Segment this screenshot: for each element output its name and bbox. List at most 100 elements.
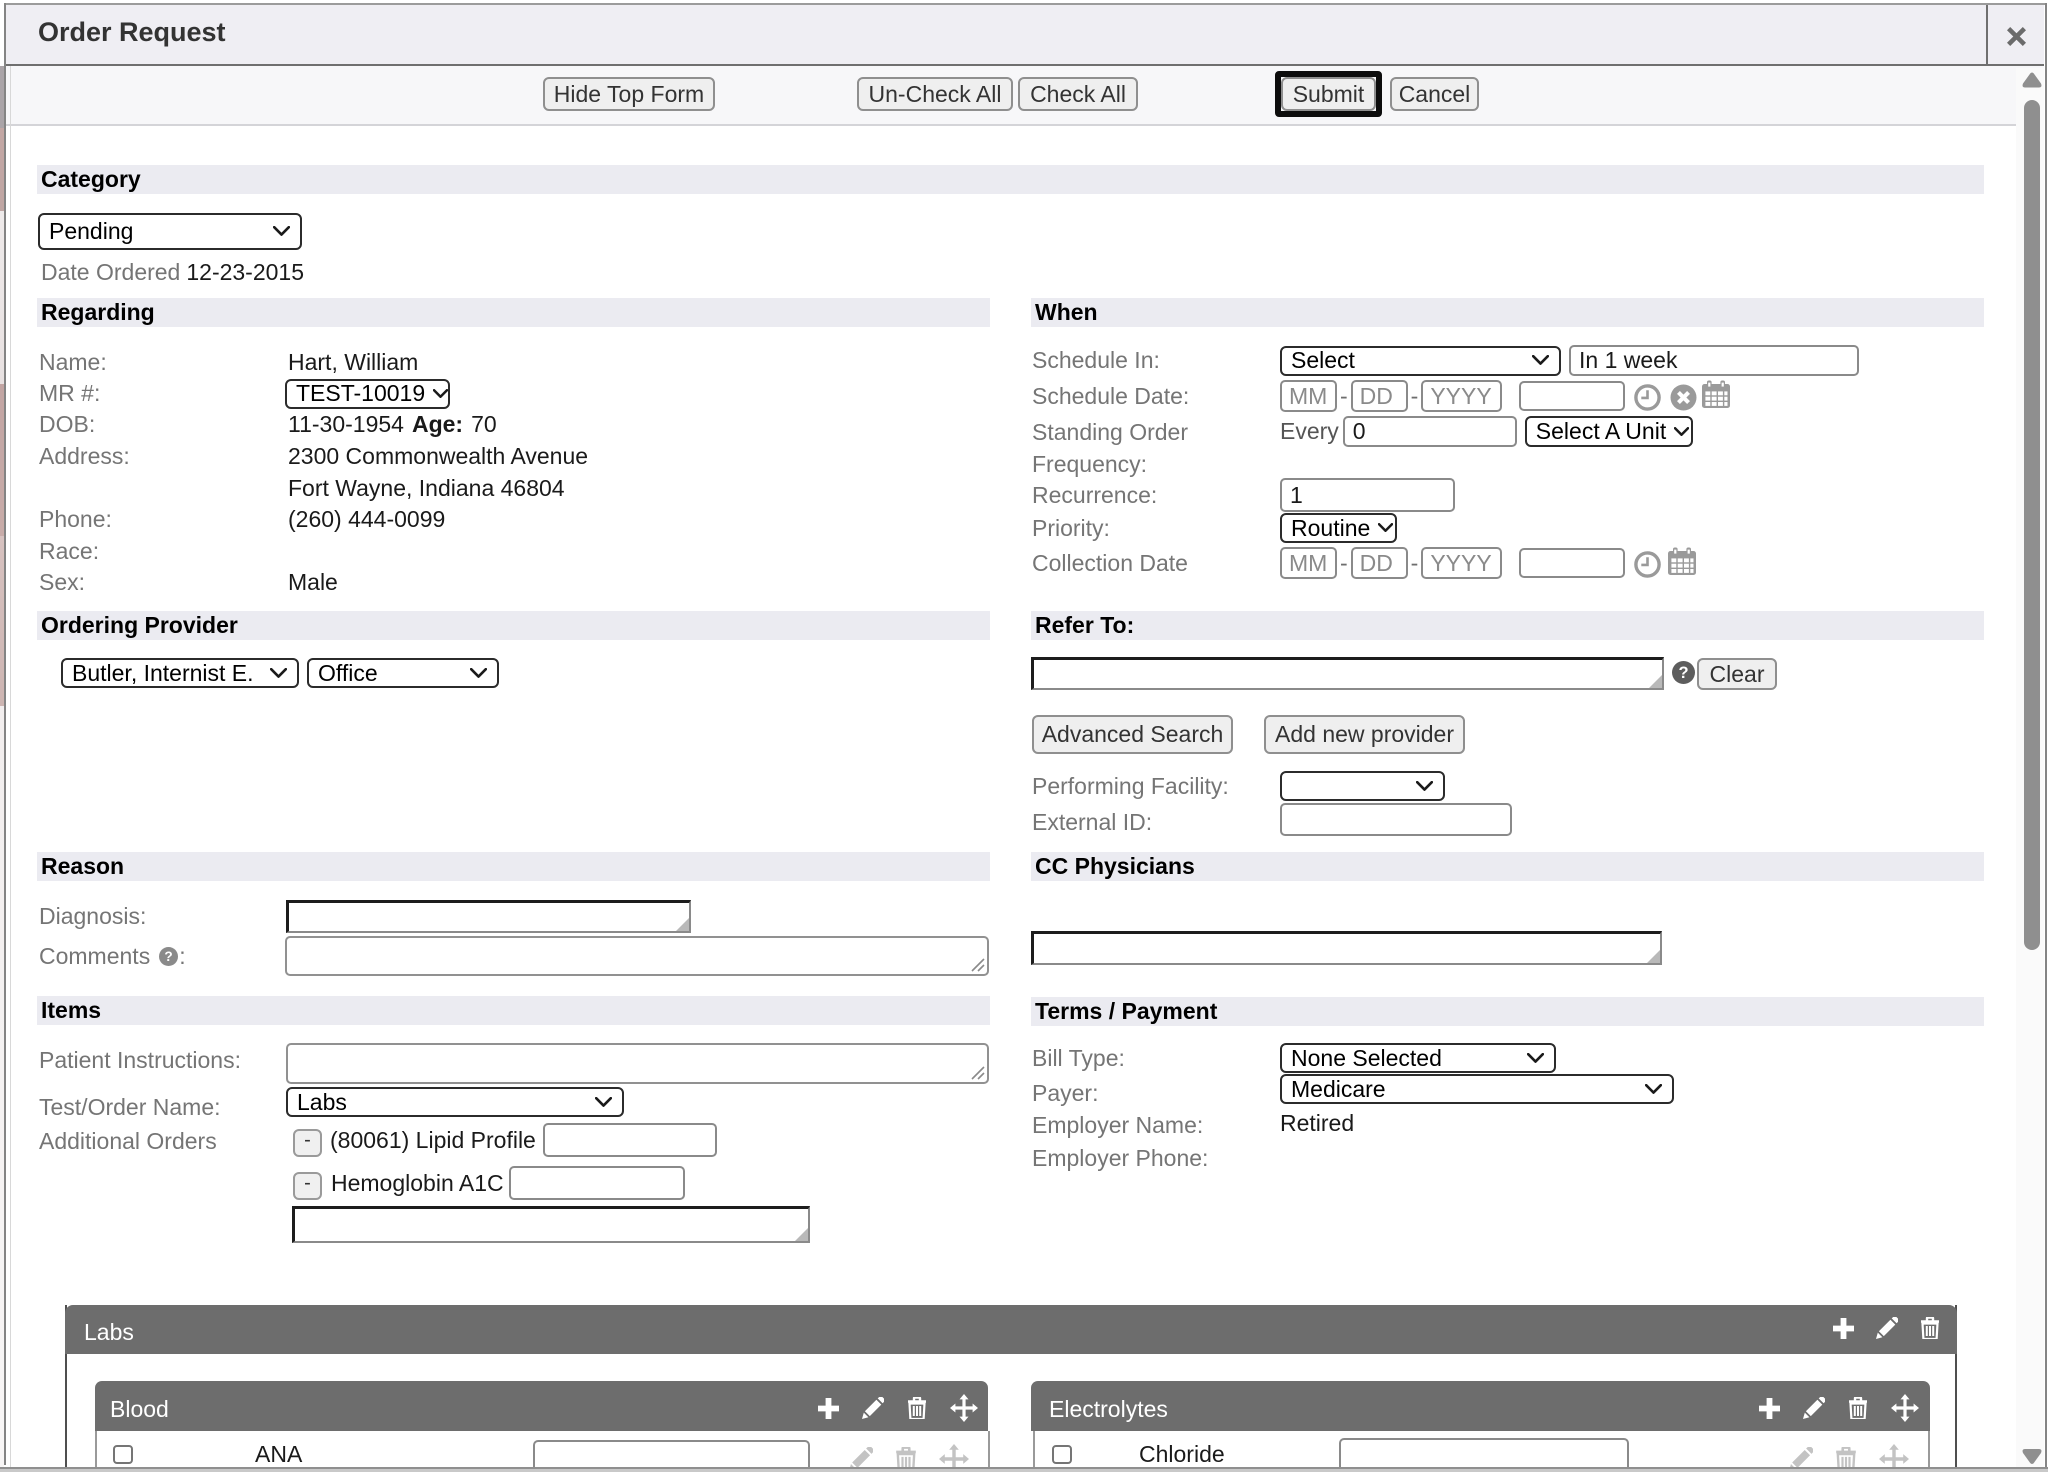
advanced-search-button[interactable]: Advanced Search: [1032, 715, 1233, 754]
collection-date-time[interactable]: [1519, 548, 1625, 578]
provider-select[interactable]: Butler, Internist E.: [61, 658, 299, 688]
priority-label: Priority:: [1032, 515, 1110, 542]
schedule-in-select[interactable]: Select: [1280, 346, 1561, 376]
ana-checkbox[interactable]: [113, 1445, 133, 1464]
scroll-up-arrow[interactable]: [2022, 72, 2042, 88]
order-input-lipid[interactable]: [543, 1123, 717, 1157]
electrolytes-panel-title: Electrolytes: [1049, 1396, 1168, 1423]
clock-icon[interactable]: [1634, 551, 1661, 578]
when-header: When: [1031, 298, 1984, 327]
phone-row: Phone: (260) 444-0099: [39, 504, 989, 535]
add-icon[interactable]: [1759, 1398, 1780, 1419]
recurrence-label: Recurrence:: [1032, 482, 1157, 509]
order-request-window: Order Request Hide Top Form Un-Check All…: [0, 0, 2048, 1472]
add-icon[interactable]: [818, 1398, 839, 1419]
resize-grip[interactable]: [970, 1065, 985, 1080]
performing-facility-select[interactable]: [1280, 771, 1445, 801]
mr-select[interactable]: TEST-10019: [285, 379, 450, 409]
schedule-date-dd[interactable]: [1351, 380, 1408, 412]
help-icon[interactable]: ?: [159, 947, 178, 966]
clear-button[interactable]: Clear: [1697, 658, 1777, 690]
dialog-title: Order Request: [38, 17, 226, 48]
order-input-hemoglobin[interactable]: [509, 1166, 685, 1200]
chevron-down-icon: [1378, 523, 1393, 533]
recurrence-input[interactable]: [1280, 478, 1455, 512]
collection-date-yyyy[interactable]: [1421, 547, 1502, 579]
move-icon[interactable]: [950, 1394, 978, 1422]
mr-row: MR #: TEST-10019: [39, 378, 989, 409]
help-icon[interactable]: ?: [1672, 661, 1695, 684]
items-header: Items: [37, 996, 990, 1025]
clock-icon[interactable]: [1634, 384, 1661, 411]
calendar-icon[interactable]: [1667, 547, 1697, 576]
sex-row: Sex: Male: [39, 567, 989, 598]
scroll-thumb[interactable]: [2024, 100, 2040, 950]
submit-button[interactable]: Submit: [1281, 77, 1376, 111]
category-select[interactable]: Pending: [38, 213, 302, 250]
clear-date-icon[interactable]: [1670, 384, 1697, 411]
delete-icon[interactable]: [1920, 1317, 1940, 1339]
refer-to-header: Refer To:: [1031, 611, 1984, 640]
employer-name-row: Employer Name: Retired: [1032, 1110, 1203, 1141]
chevron-down-icon: [1416, 781, 1433, 792]
cancel-button[interactable]: Cancel: [1390, 77, 1479, 111]
every-input[interactable]: [1343, 416, 1517, 447]
edit-icon[interactable]: [1803, 1397, 1825, 1419]
address-row2: Fort Wayne, Indiana 46804: [39, 473, 989, 504]
schedule-date-yyyy[interactable]: [1421, 380, 1502, 412]
move-icon[interactable]: [1891, 1394, 1919, 1422]
add-new-provider-button[interactable]: Add new provider: [1264, 715, 1465, 754]
edit-icon[interactable]: [1876, 1317, 1898, 1339]
resize-grip[interactable]: [970, 957, 985, 972]
external-id-input[interactable]: [1280, 803, 1512, 836]
chevron-down-icon: [1645, 1084, 1662, 1095]
chloride-checkbox[interactable]: [1052, 1445, 1072, 1464]
cc-physicians-textarea[interactable]: [1031, 931, 1662, 965]
name-row: Name: Hart, William: [39, 347, 989, 378]
refer-to-textarea[interactable]: [1031, 657, 1664, 690]
unit-select[interactable]: Select A Unit: [1525, 416, 1693, 447]
edit-icon[interactable]: [862, 1397, 884, 1419]
scroll-down-arrow[interactable]: [2022, 1449, 2042, 1465]
comments-textarea[interactable]: [285, 936, 989, 976]
row-controls: Every Select A Unit: [1280, 416, 1693, 447]
check-all-button[interactable]: Check All: [1018, 77, 1138, 111]
uncheck-all-button[interactable]: Un-Check All: [857, 77, 1013, 111]
location-select[interactable]: Office: [307, 658, 499, 688]
delete-icon[interactable]: [907, 1397, 927, 1419]
bill-type-label: Bill Type:: [1032, 1045, 1125, 1072]
patient-instructions-textarea[interactable]: [286, 1043, 989, 1084]
svg-text:?: ?: [1678, 664, 1688, 682]
diagnosis-textarea[interactable]: [286, 900, 691, 933]
row-controls: - -: [1280, 547, 1697, 579]
test-order-select[interactable]: Labs: [286, 1087, 624, 1117]
row-controls: TEST-10019: [285, 378, 450, 409]
dialog-titlebar: [6, 5, 2044, 66]
schedule-in-input[interactable]: [1569, 345, 1859, 376]
row-controls: [1280, 803, 1512, 836]
schedule-date-time[interactable]: [1519, 381, 1625, 411]
bill-type-select[interactable]: None Selected: [1280, 1043, 1556, 1073]
test-name: ANA: [255, 1441, 302, 1468]
remove-order-button[interactable]: -: [293, 1129, 322, 1157]
resize-fold: [795, 1228, 808, 1241]
payer-label: Payer:: [1032, 1080, 1098, 1107]
priority-select[interactable]: Routine: [1280, 513, 1397, 543]
delete-icon[interactable]: [1848, 1397, 1868, 1419]
schedule-in-label: Schedule In:: [1032, 347, 1160, 374]
hide-top-form-button[interactable]: Hide Top Form: [543, 77, 715, 111]
payer-select[interactable]: Medicare: [1280, 1074, 1674, 1104]
calendar-icon[interactable]: [1701, 380, 1731, 409]
add-icon[interactable]: [1833, 1318, 1854, 1339]
schedule-date-mm[interactable]: [1280, 380, 1337, 412]
additional-orders-textarea[interactable]: [292, 1206, 810, 1243]
remove-order-button[interactable]: -: [293, 1172, 322, 1200]
age-label: Age:: [412, 411, 463, 438]
employer-name-value: Retired: [1280, 1110, 1354, 1137]
reason-header: Reason: [37, 852, 990, 881]
collection-date-dd[interactable]: [1351, 547, 1408, 579]
dob-label: DOB:: [39, 411, 95, 438]
schedule-in-row: Schedule In: Select: [1032, 345, 2022, 376]
collection-date-mm[interactable]: [1280, 547, 1337, 579]
close-button[interactable]: [1988, 5, 2044, 64]
